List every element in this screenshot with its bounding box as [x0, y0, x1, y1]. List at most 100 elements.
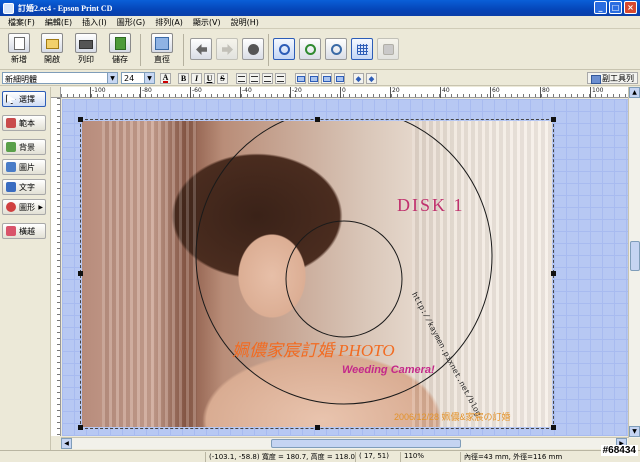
toolbar-separator [183, 34, 184, 66]
bring-front-icon [296, 75, 305, 82]
open-label: 開啟 [44, 55, 60, 64]
design-canvas[interactable]: DISK 1 http://kaymen.pixnet.net/blog 姵儂家… [62, 99, 628, 436]
align-left-button[interactable] [236, 73, 247, 84]
sub-toolbar-button[interactable]: 副工具列 [587, 72, 638, 84]
zoom-out-button[interactable] [325, 38, 347, 60]
tool-shape[interactable]: 圖形 ▶ [2, 199, 46, 215]
font-select[interactable]: 新細明體 ▼ [2, 72, 118, 84]
shape-icon [6, 202, 16, 212]
tool-image[interactable]: 圖片 [2, 159, 46, 175]
tool-template[interactable]: 範本 [2, 115, 46, 131]
sub-title[interactable]: Weeding Camera! [342, 364, 435, 376]
status-diameter: 內徑=43 mm, 外徑=116 mm [460, 452, 562, 462]
menu-file[interactable]: 檔案(F) [3, 17, 40, 28]
close-button[interactable]: × [624, 1, 637, 14]
status-position: (-103.1, -58.8) 寬度 = 180.7, 高度 = 118.0 [205, 452, 355, 462]
tool-horizontal[interactable]: 橫越 [2, 223, 46, 239]
undo-button[interactable] [190, 38, 212, 60]
tool-horizontal-label: 橫越 [19, 226, 35, 236]
scroll-down-icon[interactable]: ▼ [629, 426, 640, 437]
open-folder-icon [41, 33, 63, 53]
redo-button[interactable] [216, 38, 238, 60]
cd-outline [195, 121, 493, 405]
fit-zoom-button[interactable] [273, 38, 295, 60]
horizontal-scroll-thumb[interactable] [271, 439, 461, 448]
zoom-fit-icon [279, 44, 290, 55]
grid-button[interactable] [351, 38, 373, 60]
tool-shape-label: 圖形 [19, 202, 35, 212]
save-button[interactable]: 儲存 [104, 32, 136, 68]
menu-help[interactable]: 說明(H) [226, 17, 264, 28]
italic-button[interactable]: I [191, 73, 202, 84]
layers-button[interactable] [377, 38, 399, 60]
ungroup-button[interactable] [334, 73, 345, 84]
menu-insert[interactable]: 插入(I) [77, 17, 112, 28]
diameter-button[interactable]: 直徑 [146, 32, 178, 68]
vertical-scrollbar[interactable]: ▲ ▼ [628, 87, 640, 438]
align-center-button[interactable] [249, 73, 260, 84]
underline-button[interactable]: U [204, 73, 215, 84]
scroll-left-icon[interactable]: ◀ [61, 438, 72, 449]
tool-select[interactable]: 選擇 [2, 91, 46, 107]
ruler-major-tick [490, 87, 491, 98]
main-toolbar: 新增 開啟 列印 儲存 直徑 [0, 30, 640, 70]
printer-icon [75, 33, 97, 53]
new-label: 新增 [11, 55, 27, 64]
date-line[interactable]: 2006/12/28 姵儂&家宸の訂婚 [394, 410, 511, 423]
group-button[interactable] [321, 73, 332, 84]
app-icon [3, 2, 14, 14]
main-title[interactable]: 姵儂家宸訂婚 PHOTO [232, 336, 395, 361]
justify-icon [277, 75, 284, 82]
scroll-up-icon[interactable]: ▲ [629, 87, 640, 98]
group-icon [322, 75, 331, 82]
ruler-label: -100 [92, 87, 106, 94]
print-button[interactable]: 列印 [70, 32, 102, 68]
print-label: 列印 [78, 55, 94, 64]
vertical-scroll-thumb[interactable] [630, 241, 640, 271]
bold-button[interactable]: B [178, 73, 189, 84]
menu-view[interactable]: 顯示(V) [188, 17, 226, 28]
ruler-major-tick [540, 87, 541, 98]
open-button[interactable]: 開啟 [36, 32, 68, 68]
justify-button[interactable] [275, 73, 286, 84]
tool-text[interactable]: 文字 [2, 179, 46, 195]
disk-title[interactable]: DISK 1 [397, 195, 465, 216]
text-color-button[interactable]: A [160, 73, 171, 84]
tool-background-label: 背景 [19, 142, 35, 152]
ruler-major-tick [190, 87, 191, 98]
menu-bar: 檔案(F) 編輯(E) 插入(I) 圖形(G) 排列(A) 顯示(V) 說明(H… [0, 16, 640, 29]
flip-vertical-button[interactable]: ◆ [366, 73, 377, 84]
font-size-select[interactable]: 24 ▼ [121, 72, 155, 84]
menu-shape[interactable]: 圖形(G) [112, 17, 150, 28]
new-button[interactable]: 新增 [3, 32, 35, 68]
undo-arrow-icon [196, 44, 207, 55]
strikethrough-button[interactable]: S [217, 73, 228, 84]
tool-background[interactable]: 背景 [2, 139, 46, 155]
image-icon [6, 162, 16, 172]
save-icon [109, 33, 131, 53]
zoom-in-button[interactable] [299, 38, 321, 60]
menu-arrange[interactable]: 排列(A) [150, 17, 188, 28]
ruler-label: 60 [492, 87, 500, 94]
send-back-button[interactable] [308, 73, 319, 84]
ungroup-icon [335, 75, 344, 82]
ruler-major-tick [140, 87, 141, 98]
horizontal-scrollbar[interactable]: ◀ ▶ [61, 437, 628, 449]
camera-button[interactable] [242, 38, 264, 60]
background-icon [6, 142, 16, 152]
ruler-label: -60 [192, 87, 202, 94]
minimize-button[interactable]: _ [594, 1, 607, 14]
tool-image-label: 圖片 [19, 162, 35, 172]
ruler-major-tick [240, 87, 241, 98]
grid-icon [357, 44, 368, 55]
horizontal-text-icon [6, 226, 16, 236]
save-label: 儲存 [112, 55, 128, 64]
ruler-label: -80 [142, 87, 152, 94]
bring-front-button[interactable] [295, 73, 306, 84]
align-right-button[interactable] [262, 73, 273, 84]
chevron-down-icon: ▼ [107, 73, 117, 83]
flip-horizontal-button[interactable]: ◆ [353, 73, 364, 84]
menu-edit[interactable]: 編輯(E) [40, 17, 77, 28]
layers-icon [383, 44, 394, 55]
maximize-button[interactable]: □ [609, 1, 622, 14]
